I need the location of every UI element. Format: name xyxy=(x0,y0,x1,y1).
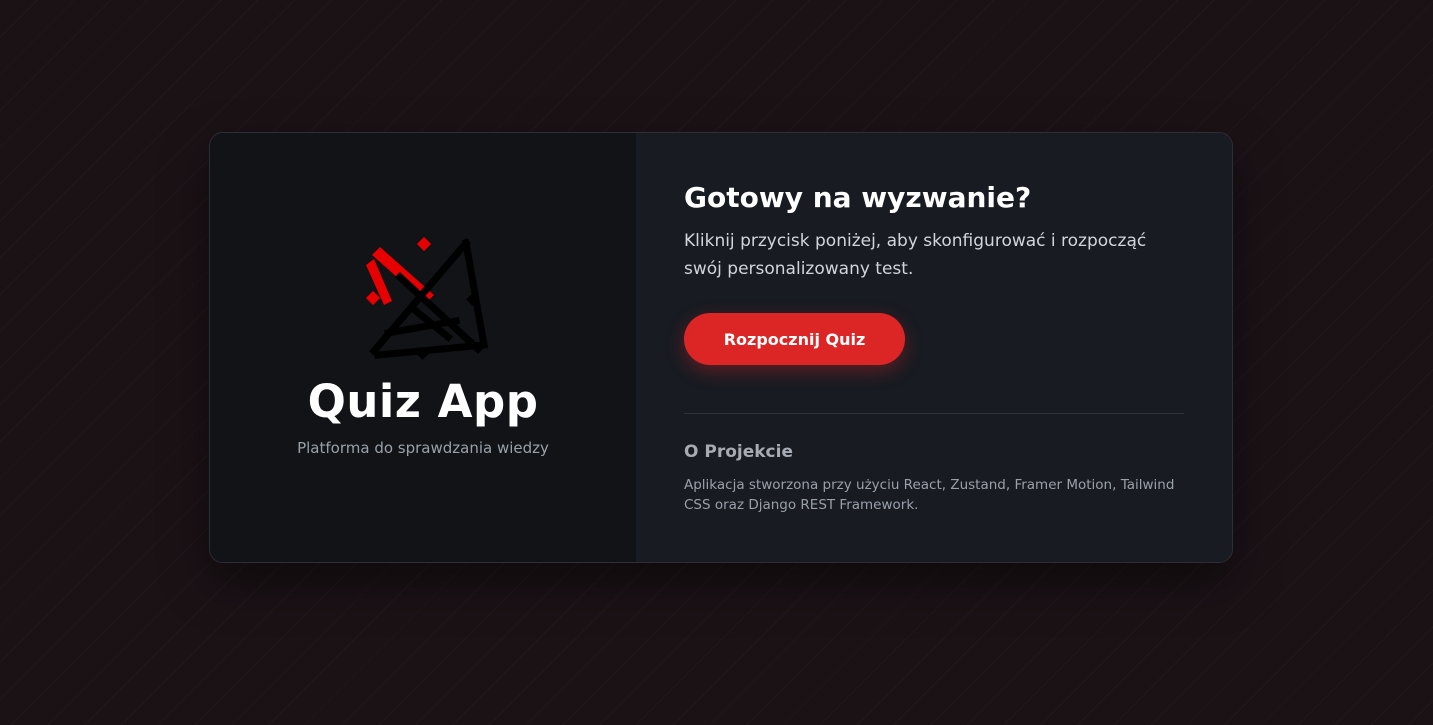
intro-heading: Gotowy na wyzwanie? xyxy=(684,181,1032,214)
app-subtitle: Platforma do sprawdzania wiedzy xyxy=(297,439,549,457)
welcome-card: Quiz App Platforma do sprawdzania wiedzy… xyxy=(209,132,1233,563)
about-title: O Projekcie xyxy=(684,442,793,462)
crossed-swords-icon xyxy=(365,237,489,360)
app-title: Quiz App xyxy=(307,375,539,428)
intro-text: Kliknij przycisk poniżej, aby skonfiguro… xyxy=(684,231,1147,279)
start-quiz-button[interactable]: Rozpocznij Quiz xyxy=(684,313,905,365)
section-divider xyxy=(684,413,1184,414)
about-text: Aplikacja stworzona przy użyciu React, Z… xyxy=(684,477,1175,513)
brand-panel: Quiz App Platforma do sprawdzania wiedzy xyxy=(210,133,636,562)
intro-panel: Gotowy na wyzwanie? Kliknij przycisk pon… xyxy=(636,133,1232,562)
